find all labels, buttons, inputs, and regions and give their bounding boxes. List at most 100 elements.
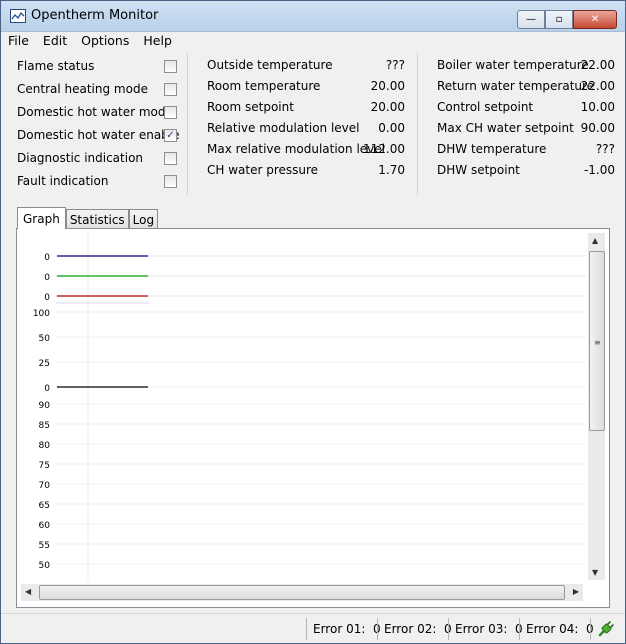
graph-canvas: 0 0 0 10050250 90858075706560555045	[19, 231, 586, 581]
value-label: Relative modulation level	[207, 121, 360, 135]
scroll-left-icon[interactable]: ◀	[25, 587, 31, 596]
value-row: Max relative modulation level 112.00	[207, 142, 405, 160]
flag-label: Diagnostic indication	[17, 151, 144, 165]
maximize-button[interactable]: ▫	[545, 10, 573, 29]
flag-row-dhw-enable: Domestic hot water enable ✓	[17, 128, 180, 146]
status-divider	[306, 618, 307, 640]
scroll-right-icon[interactable]: ▶	[573, 587, 579, 596]
scroll-up-icon[interactable]: ▲	[592, 236, 598, 245]
temperature-tick-label: 80	[39, 441, 51, 451]
modulation-tick-label: 50	[39, 334, 51, 344]
flag-row-central-heating: Central heating mode	[17, 82, 177, 100]
value-label: DHW temperature	[437, 142, 547, 156]
value-label: Control setpoint	[437, 100, 534, 114]
flag-label: Central heating mode	[17, 82, 148, 96]
status-panel: Flame status Central heating mode Domest…	[7, 53, 621, 195]
value-row: Room temperature 20.00	[207, 79, 405, 97]
tab-log[interactable]: Log	[128, 209, 159, 229]
central-heating-checkbox[interactable]	[164, 83, 177, 96]
dhw-track-label: 0	[44, 293, 50, 303]
temperature-tick-label: 60	[39, 521, 51, 531]
minimize-button[interactable]: —	[517, 10, 545, 29]
horizontal-scroll-thumb[interactable]	[39, 585, 565, 600]
error-02: Error 02: 0	[384, 622, 452, 636]
error-03: Error 03: 0	[455, 622, 523, 636]
menu-options[interactable]: Options	[74, 32, 136, 51]
diagnostic-checkbox[interactable]	[164, 152, 177, 165]
fault-checkbox[interactable]	[164, 175, 177, 188]
error-01: Error 01: 0	[313, 622, 381, 636]
modulation-tick-label: 0	[44, 384, 50, 394]
value-reading: 22.00	[580, 79, 615, 93]
app-window: Opentherm Monitor — ▫ ✕ File Edit Option…	[0, 0, 626, 644]
value-label: Room setpoint	[207, 100, 294, 114]
value-reading: 20.00	[370, 100, 405, 114]
close-button[interactable]: ✕	[573, 10, 617, 29]
error-label: Error 03:	[455, 622, 508, 636]
flame-status-checkbox[interactable]	[164, 60, 177, 73]
tab-graph[interactable]: Graph	[17, 207, 66, 229]
status-bar: Error 01: 0 Error 02: 0 Error 03: 0 Erro…	[1, 613, 625, 643]
flag-label: Flame status	[17, 59, 95, 73]
value-label: Max CH water setpoint	[437, 121, 574, 135]
temperature-tick-label: 85	[39, 421, 50, 431]
modulation-axis: 100 50 25 0	[33, 309, 586, 394]
value-row: DHW setpoint -1.00	[437, 163, 615, 181]
graph-horizontal-scrollbar[interactable]: ◀ ▶	[21, 584, 583, 601]
flame-track-label: 0	[44, 253, 50, 263]
temperature-tick-label: 75	[39, 461, 50, 471]
temperature-tick-label: 70	[39, 481, 51, 491]
value-row: Return water temperature 22.00	[437, 79, 615, 97]
value-reading: 0.00	[378, 121, 405, 135]
value-label: Room temperature	[207, 79, 321, 93]
value-label: DHW setpoint	[437, 163, 520, 177]
tab-bar: Graph Statistics Log	[17, 207, 159, 229]
value-reading: -1.00	[583, 163, 615, 177]
value-label: CH water pressure	[207, 163, 319, 177]
flag-row-dhw-mode: Domestic hot water mode	[17, 105, 177, 123]
flag-row-fault: Fault indication	[17, 174, 177, 192]
value-row: Max CH water setpoint 90.00	[437, 121, 615, 139]
error-label: Error 04:	[526, 622, 579, 636]
value-reading: 20.00	[370, 79, 405, 93]
modulation-tick-label: 100	[33, 309, 50, 319]
menu-edit[interactable]: Edit	[36, 32, 74, 51]
menu-file[interactable]: File	[1, 32, 36, 51]
flag-label: Domestic hot water mode	[17, 105, 173, 119]
connection-plug-icon	[597, 620, 615, 638]
value-label: Boiler water temperature	[437, 58, 589, 72]
value-row: Control setpoint 10.00	[437, 100, 615, 118]
status-divider	[377, 618, 378, 640]
status-divider	[519, 618, 520, 640]
maximize-icon: ▫	[555, 14, 563, 25]
modulation-tick-label: 25	[39, 359, 50, 369]
flag-label: Domestic hot water enable	[17, 128, 180, 142]
flags-column: Flame status Central heating mode Domest…	[7, 53, 188, 195]
scroll-down-icon[interactable]: ▼	[592, 568, 598, 577]
menu-help[interactable]: Help	[136, 32, 179, 51]
tab-statistics[interactable]: Statistics	[65, 209, 129, 229]
value-row: CH water pressure 1.70	[207, 163, 405, 181]
value-reading: 90.00	[580, 121, 615, 135]
vertical-scroll-thumb[interactable]: ≡	[589, 251, 605, 431]
value-reading: ???	[385, 58, 405, 72]
title-bar[interactable]: Opentherm Monitor — ▫ ✕	[1, 1, 625, 32]
close-icon: ✕	[590, 14, 600, 25]
value-row: Outside temperature???	[207, 58, 405, 76]
value-row: DHW temperature???	[437, 142, 615, 160]
status-divider	[448, 618, 449, 640]
value-row: Room setpoint 20.00	[207, 100, 405, 118]
error-label: Error 02:	[384, 622, 437, 636]
dhw-enable-checkbox[interactable]: ✓	[164, 129, 177, 142]
value-label: Outside temperature	[207, 58, 333, 72]
graph-vertical-scrollbar[interactable]: ▲ ≡ ▼	[588, 233, 605, 580]
menu-bar: File Edit Options Help	[1, 32, 625, 51]
error-label: Error 01:	[313, 622, 366, 636]
flag-label: Fault indication	[17, 174, 109, 188]
ch-track-label: 0	[44, 273, 50, 283]
temperature-axis: 90858075706560555045	[39, 401, 586, 571]
temperature-tick-label: 50	[39, 561, 51, 571]
values-column-middle: Outside temperature??? Room temperature 2…	[197, 53, 418, 195]
dhw-mode-checkbox[interactable]	[164, 106, 177, 119]
graph-panel: 0 0 0 10050250 90858075706560555045 ▲ ≡ …	[16, 228, 610, 608]
